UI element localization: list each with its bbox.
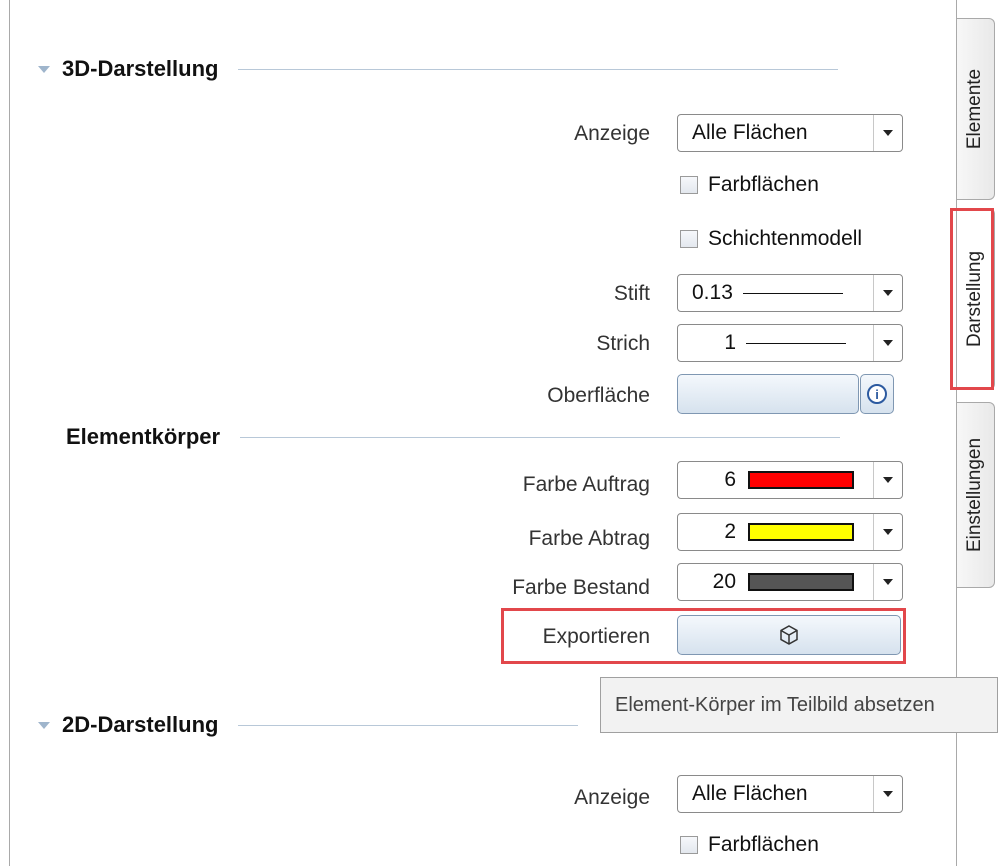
farbe-auftrag-label: Farbe Auftrag (522, 473, 650, 496)
strich-value-area: 1 (678, 331, 873, 355)
tab-einstellungen-label: Einstellungen (964, 437, 986, 553)
farbe-bestand-value-area: 20 (678, 570, 873, 594)
anzeige-select[interactable]: Alle Flächen (677, 114, 903, 152)
section-koerper-header: Elementkörper (66, 424, 841, 450)
dropdown-button[interactable] (873, 275, 902, 311)
export-highlight (501, 608, 906, 664)
color-swatch-auftrag (748, 471, 854, 489)
dropdown-button[interactable] (873, 564, 902, 600)
color-swatch-bestand (748, 573, 854, 591)
farbe-bestand-label: Farbe Bestand (512, 576, 650, 599)
stift-value-area: 0.13 (678, 281, 873, 305)
schichtenmodell-label: Schichtenmodell (708, 227, 863, 250)
farbe-abtrag-select[interactable]: 2 (677, 513, 903, 551)
farbe-bestand-select[interactable]: 20 (677, 563, 903, 601)
stift-select[interactable]: 0.13 (677, 274, 903, 312)
tooltip: Element-Körper im Teilbild absetzen (600, 677, 998, 733)
farbe-abtrag-value-area: 2 (678, 520, 873, 544)
farbflaechen-2d-label: Farbflächen (708, 833, 819, 856)
tab-einstellungen[interactable]: Einstellungen (957, 402, 995, 588)
stift-value: 0.13 (692, 281, 733, 304)
section-divider (240, 436, 841, 438)
dropdown-button[interactable] (873, 514, 902, 550)
section-3d-header[interactable]: 3D-Darstellung (38, 56, 839, 82)
checkbox-box[interactable] (680, 176, 698, 194)
chevron-down-icon (883, 477, 893, 483)
tab-elemente[interactable]: Elemente (957, 18, 995, 200)
collapse-triangle-icon[interactable] (38, 721, 50, 729)
oberflaeche-label: Oberfläche (547, 384, 650, 407)
tab-elemente-label: Elemente (964, 68, 986, 150)
tab-highlight (950, 208, 994, 390)
schichtenmodell-checkbox[interactable]: Schichtenmodell (680, 227, 862, 251)
farbe-abtrag-value: 2 (724, 520, 736, 543)
info-icon: i (867, 384, 887, 404)
stift-label: Stift (613, 282, 650, 305)
chevron-down-icon (883, 791, 893, 797)
pen-line-sample (742, 292, 843, 294)
section-2d-header[interactable]: 2D-Darstellung (38, 712, 579, 738)
farbflaechen-2d-checkbox[interactable]: Farbflächen (680, 833, 819, 857)
farbflaechen-label: Farbflächen (708, 173, 819, 196)
section-2d-title: 2D-Darstellung (62, 712, 219, 737)
chevron-down-icon (883, 340, 893, 346)
dropdown-button[interactable] (873, 776, 902, 812)
line-type-sample (746, 342, 846, 344)
farbe-auftrag-select[interactable]: 6 (677, 461, 903, 499)
dropdown-button[interactable] (873, 325, 902, 361)
anzeige-value: Alle Flächen (692, 121, 808, 144)
checkbox-box[interactable] (680, 230, 698, 248)
section-3d-title: 3D-Darstellung (62, 56, 219, 81)
farbe-auftrag-value: 6 (724, 468, 736, 491)
section-divider (238, 724, 579, 726)
color-swatch-abtrag (748, 523, 854, 541)
dropdown-button[interactable] (873, 462, 902, 498)
section-divider (238, 68, 839, 70)
checkbox-box[interactable] (680, 836, 698, 854)
chevron-down-icon (883, 529, 893, 535)
strich-select[interactable]: 1 (677, 324, 903, 362)
oberflaeche-info-button[interactable]: i (860, 374, 894, 414)
farbe-abtrag-label: Farbe Abtrag (528, 527, 650, 550)
anzeige-2d-value: Alle Flächen (692, 782, 808, 805)
chevron-down-icon (883, 579, 893, 585)
farbe-bestand-value: 20 (712, 570, 736, 593)
section-koerper-title: Elementkörper (66, 424, 221, 449)
oberflaeche-button[interactable] (677, 374, 859, 414)
dropdown-button[interactable] (873, 115, 902, 151)
anzeige-2d-label: Anzeige (574, 786, 650, 809)
farbflaechen-checkbox[interactable]: Farbflächen (680, 173, 819, 197)
anzeige-label: Anzeige (574, 122, 650, 145)
chevron-down-icon (883, 130, 893, 136)
collapse-triangle-icon[interactable] (38, 65, 50, 73)
chevron-down-icon (883, 290, 893, 296)
strich-value: 1 (724, 331, 736, 354)
anzeige-2d-select[interactable]: Alle Flächen (677, 775, 903, 813)
strich-label: Strich (596, 332, 650, 355)
farbe-auftrag-value-area: 6 (678, 468, 873, 492)
